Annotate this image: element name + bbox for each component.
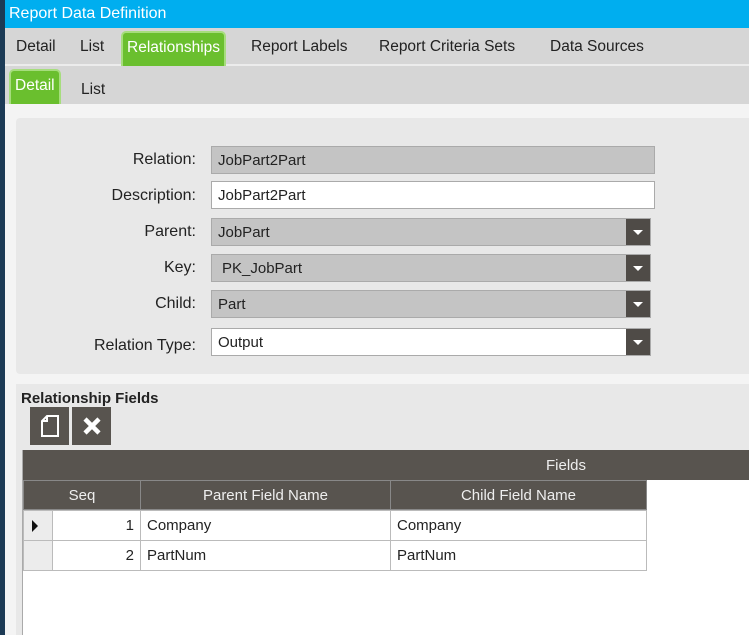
subtab-list[interactable]: List <box>81 81 105 99</box>
tab-relationships[interactable]: Relationships <box>121 31 227 66</box>
tab-report-labels[interactable]: Report Labels <box>251 38 348 56</box>
parent-value: JobPart <box>218 224 270 241</box>
column-header-child-field[interactable]: Child Field Name <box>390 480 647 510</box>
current-row-arrow-icon <box>32 520 38 532</box>
column-header-parent-field[interactable]: Parent Field Name <box>140 480 391 510</box>
relation-type-dropdown[interactable]: Output <box>211 328 651 356</box>
key-label: Key: <box>163 259 196 276</box>
relation-type-value: Output <box>218 334 264 351</box>
child-dropdown[interactable]: Part <box>211 290 651 318</box>
tab-list[interactable]: List <box>80 38 104 56</box>
chevron-down-icon[interactable] <box>626 219 650 245</box>
tab-detail[interactable]: Detail <box>16 38 56 56</box>
new-document-icon <box>40 415 59 437</box>
child-field-cell[interactable]: Company <box>390 510 647 541</box>
seq-cell[interactable]: 2 <box>52 540 141 571</box>
parent-label: Parent: <box>144 223 196 240</box>
delete-button[interactable] <box>72 407 111 445</box>
relation-type-label: Relation Type: <box>94 337 196 354</box>
main-tabs: Detail List Relationships Report Labels … <box>5 28 749 66</box>
sub-tabs: Detail List <box>5 66 749 104</box>
child-value: Part <box>218 296 246 313</box>
close-icon <box>82 417 101 435</box>
relation-field: JobPart2Part <box>211 146 655 174</box>
key-dropdown[interactable]: PK_JobPart <box>211 254 651 282</box>
relationship-fields-title: Relationship Fields <box>21 390 159 407</box>
key-value: PK_JobPart <box>222 260 303 277</box>
relation-label: Relation: <box>132 151 196 168</box>
tab-report-criteria-sets[interactable]: Report Criteria Sets <box>379 38 515 56</box>
window-title: Report Data Definition <box>5 0 749 28</box>
child-field-cell[interactable]: PartNum <box>390 540 647 571</box>
seq-cell[interactable]: 1 <box>52 510 141 541</box>
parent-field-cell[interactable]: PartNum <box>140 540 391 571</box>
chevron-down-icon[interactable] <box>626 291 650 317</box>
subtab-detail[interactable]: Detail <box>9 69 61 104</box>
description-label: Description: <box>111 187 196 204</box>
description-field[interactable]: JobPart2Part <box>211 181 655 209</box>
chevron-down-icon[interactable] <box>626 255 650 281</box>
chevron-down-icon[interactable] <box>626 329 650 355</box>
group-header-fields: Fields <box>23 450 749 480</box>
row-indicator[interactable] <box>23 510 53 541</box>
tab-data-sources[interactable]: Data Sources <box>550 38 644 56</box>
parent-dropdown[interactable]: JobPart <box>211 218 651 246</box>
relationship-fields-grid: Fields Seq Parent Field Name Child Field… <box>22 450 749 635</box>
parent-field-cell[interactable]: Company <box>140 510 391 541</box>
row-indicator[interactable] <box>23 540 53 571</box>
column-header-seq[interactable]: Seq <box>23 480 141 510</box>
new-button[interactable] <box>30 407 69 445</box>
child-label: Child: <box>155 295 196 312</box>
